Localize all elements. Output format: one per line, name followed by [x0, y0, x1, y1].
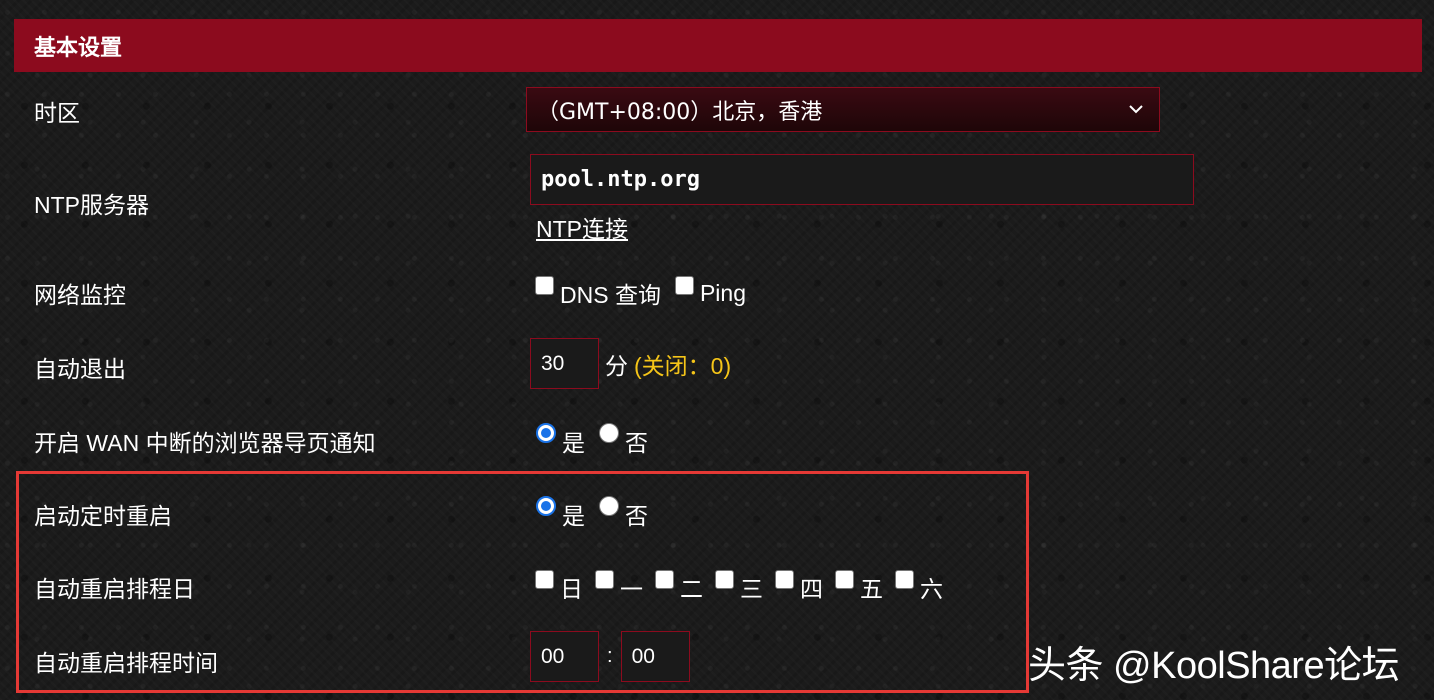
reboot-day-sun-checkbox[interactable]: [535, 569, 554, 589]
section-title: 基本设置: [34, 34, 123, 60]
dns-query-checkbox[interactable]: [535, 275, 554, 295]
ntp-server-input[interactable]: pool.ntp.org: [530, 154, 1194, 205]
reboot-day-tue-label: 二: [680, 576, 703, 602]
auto-logout-value: 30: [541, 351, 565, 375]
scheduled-reboot-no-option[interactable]: 否: [599, 496, 648, 531]
timezone-select[interactable]: （GMT+08:00）北京，香港: [526, 87, 1160, 132]
auto-logout-control: 30 分 (关闭：0): [530, 338, 731, 389]
wan-notify-no-radio[interactable]: [599, 423, 619, 443]
dns-query-label: DNS 查询: [560, 282, 661, 308]
reboot-hour-value: 00: [541, 644, 565, 668]
reboot-day-mon-checkbox[interactable]: [595, 569, 614, 589]
wan-notify-label: 开启 WAN 中断的浏览器导页通知: [34, 430, 376, 456]
reboot-minute-input[interactable]: 00: [620, 631, 690, 682]
reboot-day-fri[interactable]: 五: [835, 569, 883, 604]
scheduled-reboot-no-radio[interactable]: [599, 496, 619, 516]
reboot-day-sat-label: 六: [920, 576, 943, 602]
reboot-day-sun[interactable]: 日: [535, 569, 583, 604]
reboot-day-mon-label: 一: [620, 576, 643, 602]
auto-logout-input[interactable]: 30: [530, 338, 599, 389]
reboot-day-tue[interactable]: 二: [655, 569, 703, 604]
wan-notify-no-option[interactable]: 否: [599, 423, 648, 458]
ping-label: Ping: [699, 279, 746, 306]
reboot-time-control: 00 : 00: [530, 631, 690, 682]
timezone-value: （GMT+08:00）北京，香港: [537, 99, 823, 125]
ntp-label: NTP服务器: [34, 192, 149, 218]
reboot-day-wed[interactable]: 三: [715, 569, 763, 604]
dns-query-option[interactable]: DNS 查询: [535, 275, 661, 310]
wan-notify-options: 是 否: [536, 423, 662, 458]
reboot-day-thu-checkbox[interactable]: [775, 569, 794, 589]
reboot-day-sun-label: 日: [560, 576, 583, 602]
reboot-day-wed-checkbox[interactable]: [715, 569, 734, 589]
wan-notify-yes-radio[interactable]: [536, 423, 556, 443]
network-monitor-options: DNS 查询 Ping: [535, 275, 760, 310]
ntp-link[interactable]: NTP连接: [536, 210, 628, 244]
ping-checkbox[interactable]: [674, 275, 694, 295]
reboot-day-fri-checkbox[interactable]: [835, 569, 854, 589]
reboot-day-fri-label: 五: [860, 576, 883, 602]
scheduled-reboot-yes-radio[interactable]: [536, 496, 556, 516]
section-header: 基本设置: [14, 19, 1422, 72]
reboot-days-label: 自动重启排程日: [34, 576, 195, 602]
reboot-day-mon[interactable]: 一: [595, 569, 643, 604]
watermark: 头条 @KoolShare论坛: [1028, 645, 1400, 687]
scheduled-reboot-no-label: 否: [625, 503, 648, 529]
auto-logout-unit: 分: [605, 352, 628, 379]
auto-logout-label: 自动退出: [34, 356, 126, 382]
ntp-server-value: pool.ntp.org: [541, 167, 700, 192]
reboot-hour-input[interactable]: 00: [530, 631, 599, 682]
wan-notify-yes-option[interactable]: 是: [536, 423, 585, 458]
scheduled-reboot-yes-option[interactable]: 是: [536, 496, 585, 531]
reboot-time-label: 自动重启排程时间: [34, 650, 218, 676]
reboot-day-sat[interactable]: 六: [895, 569, 943, 604]
chevron-down-icon: [1129, 105, 1143, 114]
auto-logout-hint: (关闭：0): [634, 352, 732, 379]
reboot-day-thu-label: 四: [800, 576, 823, 602]
wan-notify-yes-label: 是: [562, 430, 585, 456]
reboot-day-thu[interactable]: 四: [775, 569, 823, 604]
wan-notify-no-label: 否: [625, 430, 648, 456]
reboot-day-sat-checkbox[interactable]: [895, 569, 914, 589]
reboot-day-tue-checkbox[interactable]: [655, 569, 674, 589]
reboot-time-separator: :: [607, 645, 613, 667]
scheduled-reboot-yes-label: 是: [562, 503, 585, 529]
scheduled-reboot-label: 启动定时重启: [34, 503, 172, 529]
reboot-days-options: 日 一 二 三 四 五 六: [535, 569, 955, 604]
ping-option[interactable]: Ping: [674, 275, 746, 307]
scheduled-reboot-options: 是 否: [536, 496, 662, 531]
reboot-day-wed-label: 三: [740, 576, 763, 602]
timezone-label: 时区: [34, 100, 80, 126]
network-monitor-label: 网络监控: [34, 282, 126, 308]
reboot-minute-value: 00: [631, 644, 655, 668]
